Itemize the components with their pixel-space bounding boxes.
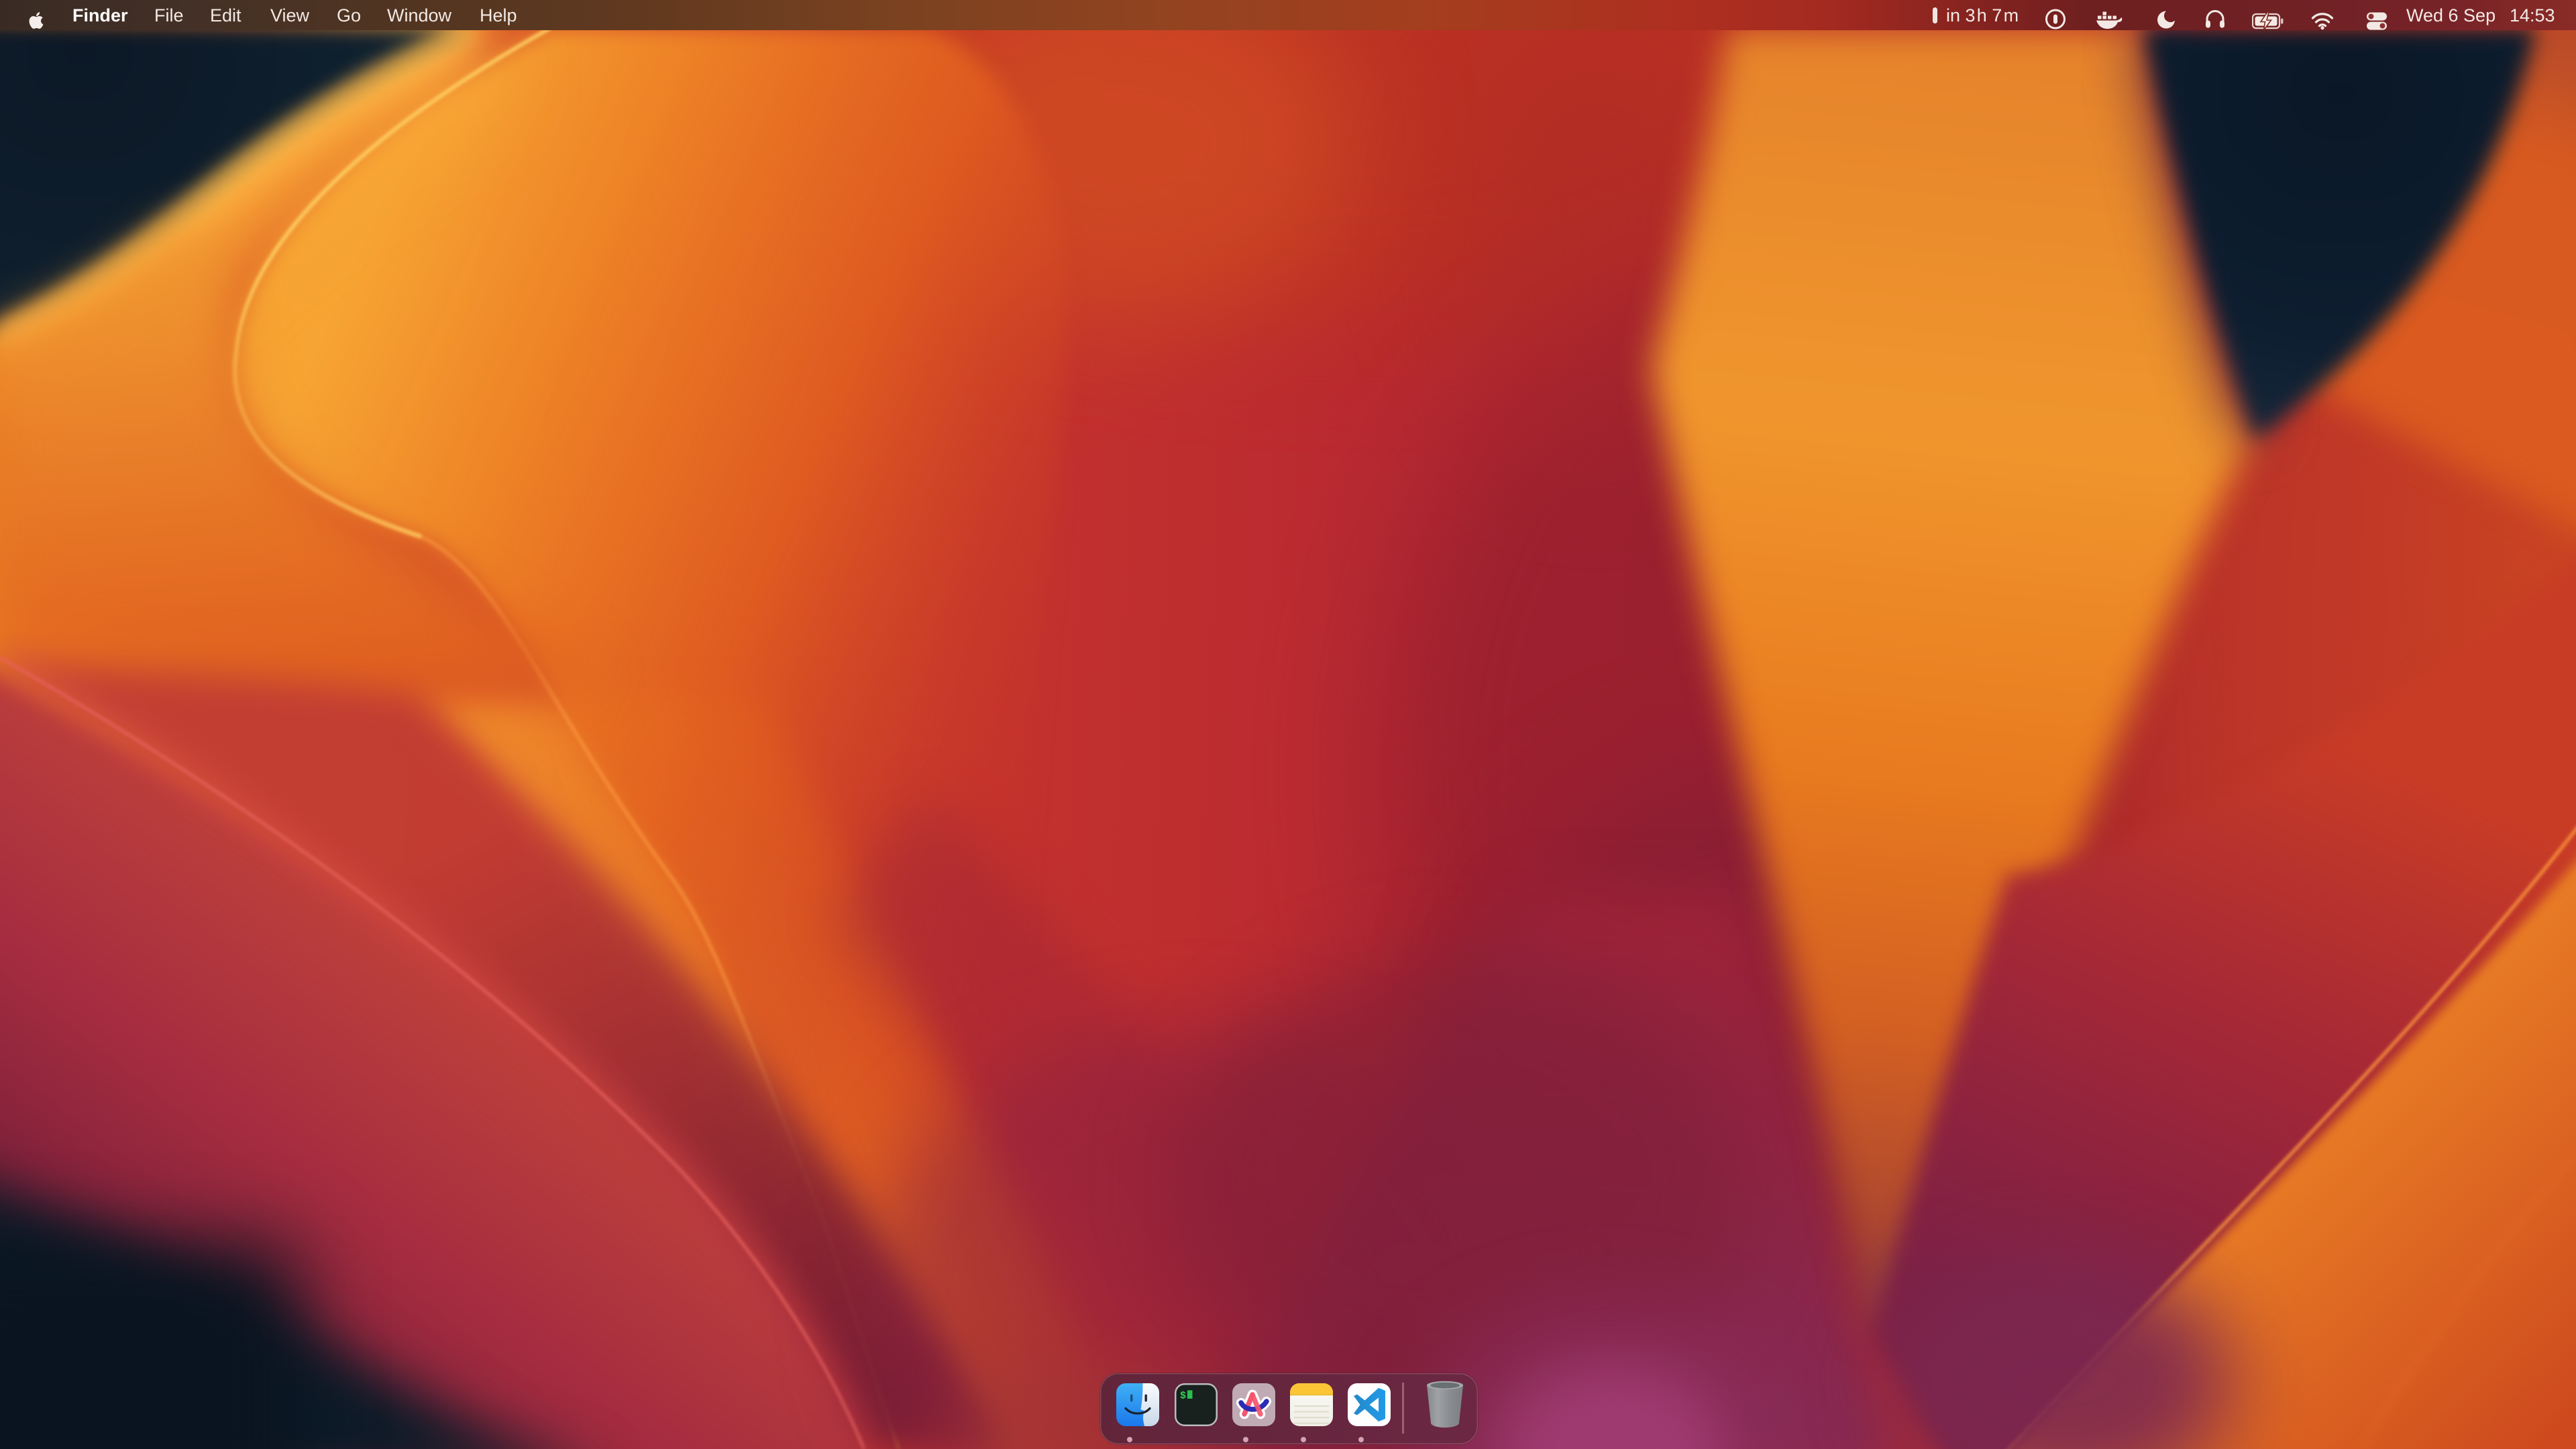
svg-text:$: $ [1180,1391,1186,1402]
